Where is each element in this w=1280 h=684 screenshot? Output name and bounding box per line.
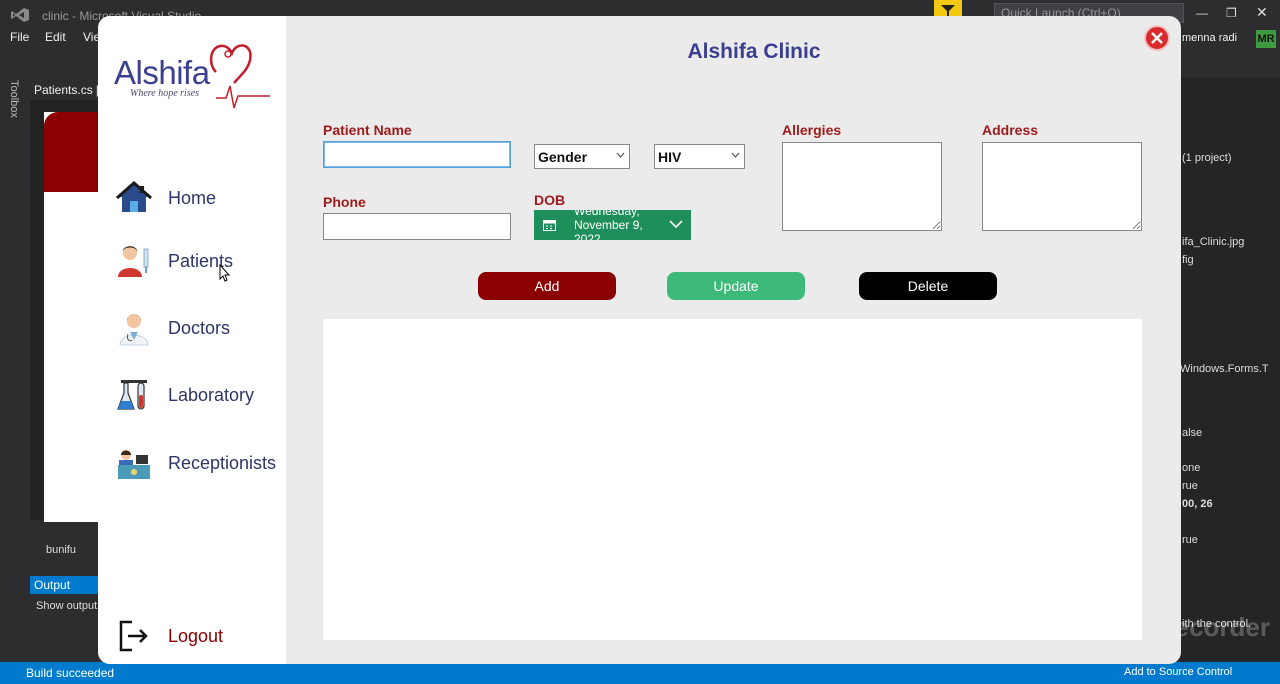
- address-label: Address: [982, 122, 1039, 138]
- lab-flask-icon: [117, 380, 147, 410]
- user-avatar[interactable]: MR: [1256, 30, 1276, 48]
- patient-name-input[interactable]: [323, 141, 511, 168]
- menu-file[interactable]: File: [10, 30, 29, 44]
- update-button[interactable]: Update: [667, 272, 805, 300]
- logo-name: Alshifa: [114, 54, 210, 91]
- menu-edit[interactable]: Edit: [45, 30, 66, 44]
- designer-form-header: [44, 112, 104, 192]
- solution-file-item[interactable]: fig: [1182, 254, 1194, 266]
- restore-icon[interactable]: ❐: [1226, 6, 1237, 20]
- sidebar-item-label: Home: [168, 188, 217, 208]
- logout-label: Logout: [168, 626, 224, 646]
- solution-project-text[interactable]: (1 project): [1182, 152, 1232, 164]
- logo-tagline: Where hope rises: [130, 88, 200, 99]
- sidebar-item-home[interactable]: Home: [116, 176, 284, 220]
- allergies-textarea[interactable]: [782, 142, 942, 231]
- patients-data-grid[interactable]: [323, 319, 1142, 640]
- sidebar-item-label: Receptionists: [168, 453, 277, 473]
- output-tab[interactable]: Output: [30, 576, 100, 594]
- address-textarea[interactable]: [982, 142, 1142, 231]
- logout-button[interactable]: Logout: [116, 614, 284, 658]
- phone-label: Phone: [323, 194, 366, 210]
- sidebar-item-patients[interactable]: Patients: [116, 239, 284, 283]
- toolbox-strip: [0, 72, 26, 662]
- vs-user-name[interactable]: menna radi: [1182, 32, 1237, 44]
- doctor-icon: [119, 314, 149, 346]
- property-value: rue: [1182, 534, 1198, 546]
- close-window-icon[interactable]: ✕: [1256, 4, 1268, 21]
- properties-object-text[interactable]: Windows.Forms.T: [1180, 363, 1269, 375]
- solution-explorer-panel: (1 project) ifa_Clinic.jpg fig Windows.F…: [1180, 78, 1280, 662]
- hiv-select[interactable]: HIV: [654, 144, 745, 169]
- sidebar-item-receptionists[interactable]: Receptionists: [116, 441, 284, 485]
- add-button[interactable]: Add: [478, 272, 616, 300]
- chevron-down-icon: [616, 152, 625, 158]
- phone-input[interactable]: [323, 213, 511, 240]
- dob-label: DOB: [534, 192, 566, 208]
- close-icon: [1151, 32, 1163, 44]
- clinic-app-window: Alshifa Where hope rises Home Patients D…: [98, 16, 1181, 664]
- dob-value: Wednesday, November 9, 2022: [574, 210, 643, 240]
- dob-datepicker[interactable]: Wednesday, November 9, 2022: [534, 210, 691, 240]
- chevron-down-icon: [731, 152, 740, 158]
- gender-select-value: Gender: [538, 149, 588, 165]
- property-value: rue: [1182, 480, 1198, 492]
- home-icon: [116, 180, 152, 212]
- output-show-label: Show output from: [36, 600, 98, 612]
- sidebar: Alshifa Where hope rises Home Patients D…: [98, 16, 286, 664]
- sidebar-item-label: Laboratory: [168, 385, 255, 405]
- page-title: Alshifa Clinic: [687, 40, 821, 63]
- property-value: alse: [1182, 427, 1203, 439]
- document-tab[interactable]: Patients.cs [Design]: [30, 82, 100, 100]
- logout-icon: [119, 620, 148, 652]
- allergies-label: Allergies: [782, 122, 842, 138]
- sidebar-item-label: Doctors: [168, 318, 231, 338]
- hiv-select-value: HIV: [658, 149, 682, 165]
- receptionist-icon: [118, 450, 150, 479]
- mouse-cursor-icon: [219, 264, 231, 282]
- property-value: 00, 26: [1182, 498, 1213, 510]
- clinic-logo: Alshifa Where hope rises: [112, 38, 272, 118]
- patient-name-label: Patient Name: [323, 122, 412, 138]
- minimize-icon[interactable]: —: [1196, 6, 1208, 20]
- delete-button[interactable]: Delete: [859, 272, 997, 300]
- sidebar-item-laboratory[interactable]: Laboratory: [116, 373, 284, 417]
- visual-studio-logo-icon: [11, 8, 29, 22]
- close-button[interactable]: [1144, 25, 1170, 51]
- component-tray-item[interactable]: bunifu: [46, 544, 76, 556]
- gender-select[interactable]: Gender: [534, 144, 630, 169]
- patient-icon: [118, 246, 149, 277]
- sidebar-item-doctors[interactable]: Doctors: [116, 306, 284, 350]
- build-status: Build succeeded: [26, 666, 115, 680]
- property-value: one: [1182, 462, 1201, 474]
- calendar-icon: [543, 220, 556, 231]
- chevron-down-icon: [669, 220, 683, 229]
- solution-file-item[interactable]: ifa_Clinic.jpg: [1182, 236, 1244, 248]
- toolbox-tab[interactable]: Toolbox: [8, 80, 20, 118]
